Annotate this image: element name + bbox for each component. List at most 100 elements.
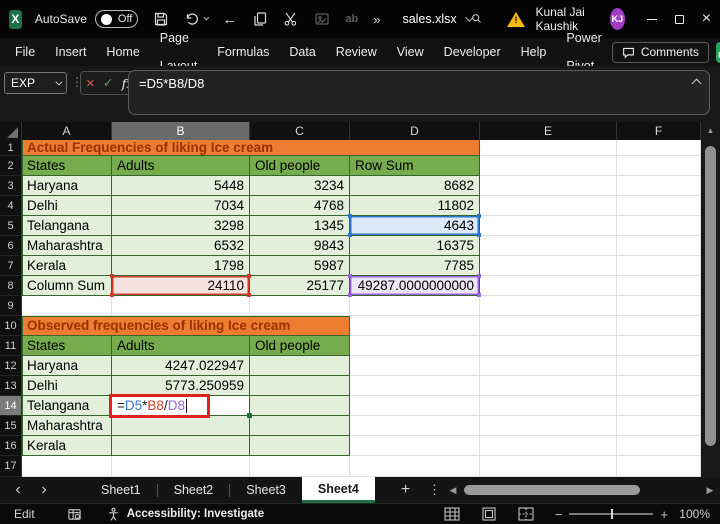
column-header-a[interactable]: A <box>22 122 112 140</box>
cell-c14[interactable] <box>250 396 350 416</box>
row-header-9[interactable]: 9 <box>0 296 22 316</box>
column-header-c[interactable]: C <box>250 122 350 140</box>
cell-e11[interactable] <box>480 336 617 356</box>
cell-e14[interactable] <box>480 396 617 416</box>
cell-c9[interactable] <box>250 296 350 316</box>
cell-e13[interactable] <box>480 376 617 396</box>
row-header-14-active[interactable]: 14 <box>0 396 22 416</box>
column-header-e[interactable]: E <box>480 122 617 140</box>
zoom-slider-thumb[interactable] <box>611 509 613 519</box>
row-header-4[interactable]: 4 <box>0 196 22 216</box>
row-header-8[interactable]: 8 <box>0 276 22 296</box>
cell-e17[interactable] <box>480 456 617 477</box>
cell-e4[interactable] <box>480 196 617 216</box>
cell-f6[interactable] <box>617 236 701 256</box>
row-header-2[interactable]: 2 <box>0 156 22 176</box>
add-sheet-icon[interactable]: + <box>401 481 410 499</box>
cell-a8[interactable]: Column Sum <box>22 276 112 296</box>
select-all-button[interactable] <box>0 122 22 140</box>
sheet-tab-sheet3[interactable]: Sheet3 <box>230 477 302 503</box>
vertical-scrollbar[interactable]: ▲ <box>701 122 720 477</box>
cell-d3[interactable]: 8682 <box>350 176 480 196</box>
horizontal-scrollbar-track[interactable] <box>460 481 703 499</box>
copy-icon[interactable] <box>252 11 268 27</box>
cell-a4[interactable]: Delhi <box>22 196 112 216</box>
cell-a5[interactable]: Telangana <box>22 216 112 236</box>
next-sheet-icon[interactable]: › <box>31 481 57 499</box>
cell-c3[interactable]: 3234 <box>250 176 350 196</box>
cell-a10-title[interactable]: Observed frequencies of liking Ice cream <box>22 316 350 336</box>
cell-c2[interactable]: Old people <box>250 156 350 176</box>
share-button[interactable] <box>716 42 720 63</box>
cell-f12[interactable] <box>617 356 701 376</box>
cell-b11[interactable]: Adults <box>112 336 250 356</box>
tab-view[interactable]: View <box>387 38 434 66</box>
cell-d11[interactable] <box>350 336 480 356</box>
tab-data[interactable]: Data <box>279 38 325 66</box>
cell-d2[interactable]: Row Sum <box>350 156 480 176</box>
vertical-scrollbar-thumb[interactable] <box>705 146 716 446</box>
cell-d10[interactable] <box>350 316 480 336</box>
search-icon[interactable] <box>471 11 482 27</box>
cell-a12[interactable]: Haryana <box>22 356 112 376</box>
cell-e8[interactable] <box>480 276 617 296</box>
cell-c12[interactable] <box>250 356 350 376</box>
cell-b13[interactable]: 5773.250959 <box>112 376 250 396</box>
cell-b16[interactable] <box>112 436 250 456</box>
cell-e15[interactable] <box>480 416 617 436</box>
cell-e1[interactable] <box>480 140 617 156</box>
horizontal-scrollbar-thumb[interactable] <box>464 485 640 495</box>
more-sheets-icon[interactable]: ⋮ <box>428 482 441 498</box>
row-header-5[interactable]: 5 <box>0 216 22 236</box>
tab-developer[interactable]: Developer <box>434 38 511 66</box>
cell-b6[interactable]: 6532 <box>112 236 250 256</box>
cell-b7[interactable]: 1798 <box>112 256 250 276</box>
page-layout-view-icon[interactable] <box>481 507 497 521</box>
cell-a3[interactable]: Haryana <box>22 176 112 196</box>
cell-b17[interactable] <box>112 456 250 477</box>
cell-a13[interactable]: Delhi <box>22 376 112 396</box>
row-header-10[interactable]: 10 <box>0 316 22 336</box>
cut-icon[interactable] <box>283 11 299 27</box>
tab-insert[interactable]: Insert <box>45 38 96 66</box>
cell-d13[interactable] <box>350 376 480 396</box>
normal-view-icon[interactable] <box>444 507 460 521</box>
sheet-tab-sheet2[interactable]: Sheet2 <box>158 477 230 503</box>
cell-c16[interactable] <box>250 436 350 456</box>
maximize-button[interactable] <box>666 0 693 38</box>
tab-file[interactable]: File <box>5 38 45 66</box>
sheet-tab-sheet4-active[interactable]: Sheet4 <box>302 477 375 503</box>
cell-d15[interactable] <box>350 416 480 436</box>
zoom-level[interactable]: 100% <box>668 507 710 521</box>
row-header-15[interactable]: 15 <box>0 416 22 436</box>
cell-a15[interactable]: Maharashtra <box>22 416 112 436</box>
cell-c6[interactable]: 9843 <box>250 236 350 256</box>
cell-c8[interactable]: 25177 <box>250 276 350 296</box>
cell-d7[interactable]: 7785 <box>350 256 480 276</box>
column-header-f[interactable]: F <box>617 122 701 140</box>
cell-d4[interactable]: 11802 <box>350 196 480 216</box>
row-header-16[interactable]: 16 <box>0 436 22 456</box>
row-header-11[interactable]: 11 <box>0 336 22 356</box>
cell-c13[interactable] <box>250 376 350 396</box>
cell-e16[interactable] <box>480 436 617 456</box>
row-header-7[interactable]: 7 <box>0 256 22 276</box>
row-header-12[interactable]: 12 <box>0 356 22 376</box>
cell-a16[interactable]: Kerala <box>22 436 112 456</box>
row-header-13[interactable]: 13 <box>0 376 22 396</box>
cell-e2[interactable] <box>480 156 617 176</box>
cell-d16[interactable] <box>350 436 480 456</box>
cell-f2[interactable] <box>617 156 701 176</box>
cell-f16[interactable] <box>617 436 701 456</box>
cell-e3[interactable] <box>480 176 617 196</box>
cell-c17[interactable] <box>250 456 350 477</box>
name-box[interactable]: EXP <box>4 72 67 94</box>
cancel-icon[interactable]: × <box>86 76 95 91</box>
cell-a6[interactable]: Maharashtra <box>22 236 112 256</box>
row-header-1[interactable]: 1 <box>0 140 22 156</box>
row-header-6[interactable]: 6 <box>0 236 22 256</box>
cell-d6[interactable]: 16375 <box>350 236 480 256</box>
macro-recording-icon[interactable] <box>67 507 82 522</box>
cell-a14[interactable]: Telangana <box>22 396 112 416</box>
cell-b12[interactable]: 4247.022947 <box>112 356 250 376</box>
